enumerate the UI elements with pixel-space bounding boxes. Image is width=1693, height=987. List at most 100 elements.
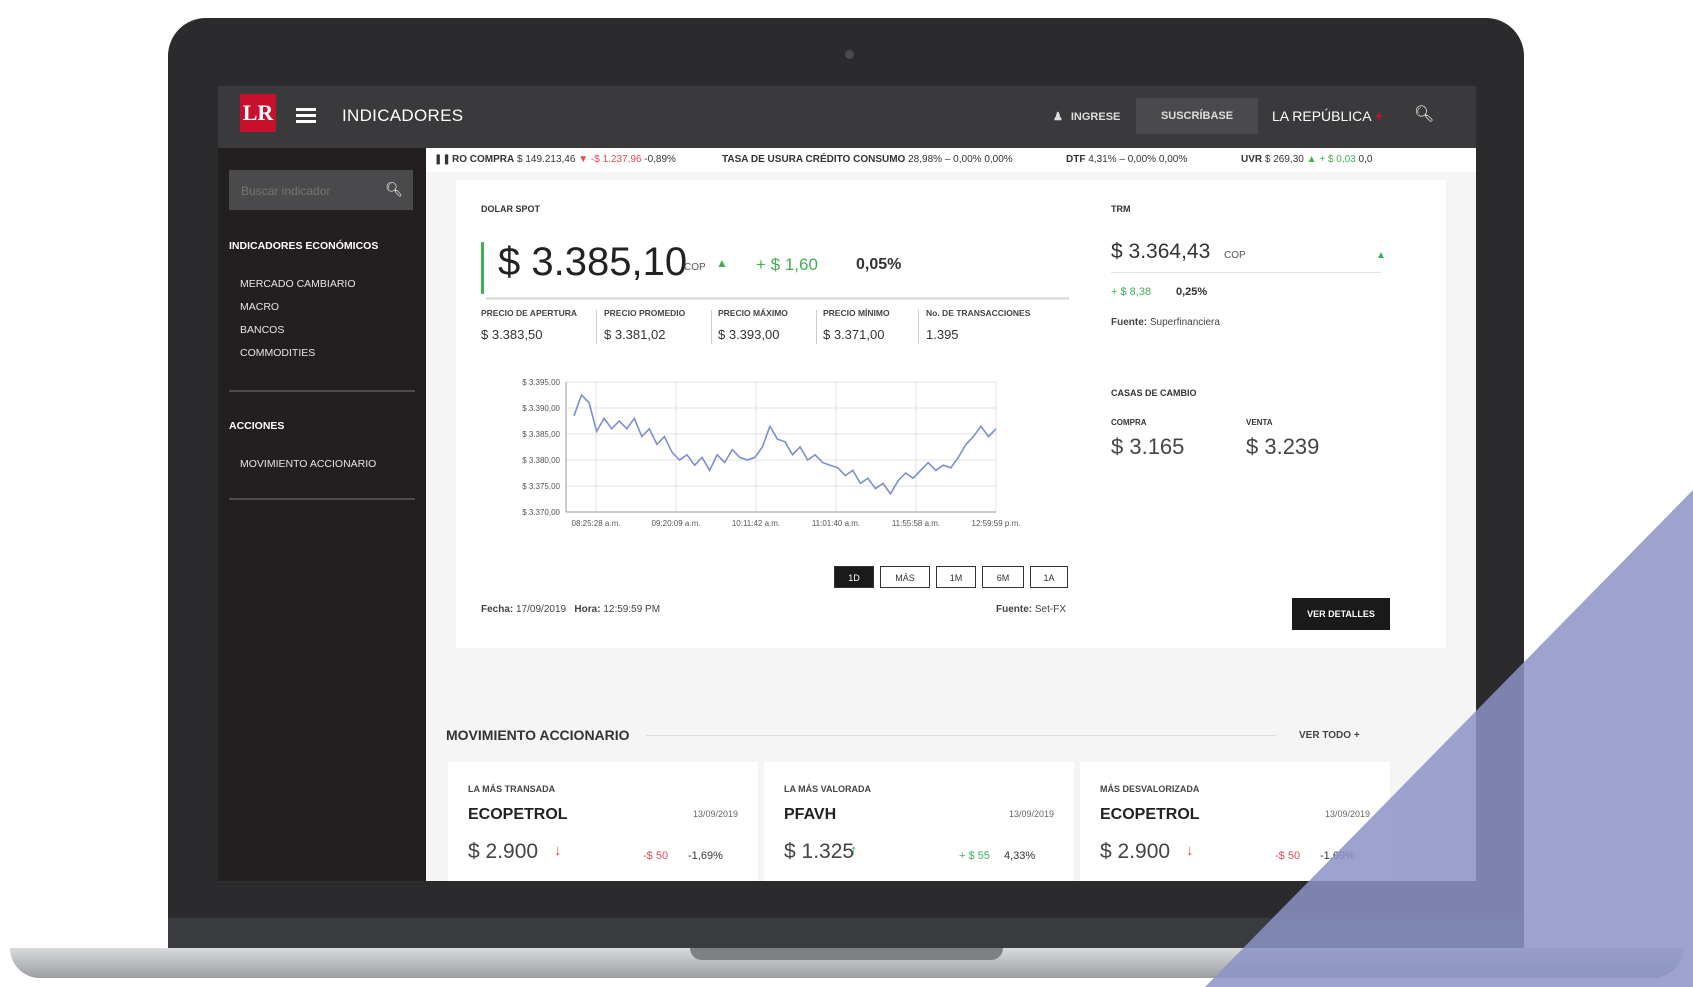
- up-arrow-icon[interactable]: ▲: [1376, 250, 1386, 261]
- stock-card[interactable]: LA MÁS TRANSADA ECOPETROL 13/09/2019 $ 2…: [448, 762, 758, 881]
- up-arrow-icon: ▲: [716, 256, 728, 270]
- sidebar-item-bancos[interactable]: BANCOS: [240, 324, 284, 336]
- sidebar-item-macro[interactable]: MACRO: [240, 301, 279, 313]
- hamburger-menu-icon[interactable]: [296, 108, 316, 124]
- trm-label: TRM: [1111, 204, 1131, 214]
- ticker-pct: -0,89%: [644, 154, 676, 165]
- stat-value: $ 3.371,00: [823, 327, 885, 342]
- divider: [229, 390, 415, 392]
- y-tick-label: $ 3.395,00: [522, 378, 560, 387]
- range-button-1d[interactable]: 1D: [834, 566, 874, 588]
- stat-label: PRECIO DE APERTURA: [481, 308, 578, 318]
- x-tick-label: 11:01:40 a.m.: [812, 519, 860, 528]
- main-content: DOLAR SPOT $ 3.385,10 COP ▲ + $ 1,60 0,0…: [426, 172, 1476, 881]
- login-link[interactable]: ♟ INGRESE: [1053, 110, 1120, 123]
- stat-value: $ 3.383,50: [481, 327, 543, 342]
- down-arrow-icon: ↓: [1186, 842, 1194, 859]
- stock-category: LA MÁS VALORADA: [784, 784, 871, 794]
- ticker-pct: 0,0: [1358, 154, 1373, 165]
- stock-name: ECOPETROL: [468, 806, 568, 823]
- x-tick-label: 09:20:09 a.m.: [652, 519, 701, 528]
- section-title: MOVIMIENTO ACCIONARIO: [446, 727, 630, 743]
- ticker-label: DTF: [1066, 154, 1086, 165]
- sidebar-item-mercado-cambiario[interactable]: MERCADO CAMBIARIO: [240, 278, 356, 290]
- source-value: Superfinanciera: [1149, 317, 1220, 328]
- ticker-item[interactable]: UVR $ 269,30 ▲ + $ 0,03 0,0: [1241, 148, 1372, 172]
- ticker-change: 0,00%: [953, 154, 982, 165]
- time-label: Hora:: [574, 604, 601, 615]
- trm-currency: COP: [1224, 250, 1246, 261]
- x-tick-label: 11:55:58 a.m.: [892, 519, 940, 528]
- range-button-1m[interactable]: 1M: [936, 566, 976, 588]
- stock-pct: 4,33%: [1004, 850, 1036, 862]
- ticker-change: + $ 0,03: [1319, 154, 1356, 165]
- ticker-pct: 0,00%: [1158, 154, 1188, 165]
- up-arrow-icon: ▲: [1306, 154, 1317, 165]
- login-label: INGRESE: [1070, 111, 1121, 123]
- y-tick-label: $ 3.370,00: [522, 508, 560, 517]
- search-icon[interactable]: 🔍︎: [1414, 104, 1434, 124]
- stock-card[interactable]: MÁS DESVALORIZADA ECOPETROL 13/09/2019 $…: [1080, 762, 1390, 881]
- ticker-item[interactable]: DTF 4,31% – 0,00% 0,00%: [1066, 148, 1187, 172]
- laptop-bezel: [168, 918, 1524, 950]
- divider: [229, 498, 415, 500]
- sidebar-item-movimiento-accionario[interactable]: MOVIMIENTO ACCIONARIO: [240, 458, 376, 470]
- ticker-item[interactable]: TASA DE USURA CRÉDITO CONSUMO 28,98% – 0…: [722, 148, 1013, 172]
- source-line: Fuente: Set-FX: [996, 604, 1066, 615]
- stock-category: LA MÁS TRANSADA: [468, 784, 556, 794]
- divider: [1111, 272, 1381, 273]
- x-tick-label: 08:25:28 a.m.: [572, 519, 621, 528]
- stock-date: 13/09/2019: [692, 809, 738, 819]
- divider: [918, 310, 919, 344]
- indicator-search-box: 🔍︎: [229, 170, 413, 212]
- trm-change: + $ 8,38: [1111, 286, 1152, 298]
- sidebar: 🔍︎ INDICADORES ECONÓMICOS MERCADO CAMBIA…: [218, 148, 426, 881]
- range-button-mas[interactable]: MÁS: [880, 566, 930, 588]
- dolar-price: $ 3.385,10: [498, 240, 688, 284]
- trm-pct: 0,25%: [1176, 286, 1208, 298]
- divider: [486, 297, 1069, 300]
- subscribe-button[interactable]: SUSCRÍBASE: [1136, 98, 1258, 134]
- ticker-change: 0,00%: [1127, 154, 1157, 165]
- dolar-line-chart[interactable]: $ 3.395,00 $ 3.390,00 $ 3.385,00 $ 3.380,00…: [476, 370, 1056, 545]
- ticker-pct: 0,00%: [984, 154, 1013, 165]
- trm-source: Fuente: Superfinanciera: [1111, 317, 1220, 328]
- see-all-label: VER TODO: [1299, 730, 1352, 741]
- x-tick-label: 12:59:59 p.m.: [972, 519, 1021, 528]
- range-button-6m[interactable]: 6M: [982, 566, 1024, 588]
- sidebar-item-commodities[interactable]: COMMODITIES: [240, 347, 315, 359]
- dolar-currency: COP: [684, 262, 706, 273]
- stock-card[interactable]: LA MÁS VALORADA PFAVH 13/09/2019 $ 1.325…: [764, 762, 1074, 881]
- view-details-button[interactable]: VER DETALLES: [1292, 598, 1390, 630]
- stock-price: $ 1.325: [784, 840, 855, 863]
- pause-icon[interactable]: ❚❚: [434, 148, 451, 172]
- indicator-search-input[interactable]: [239, 170, 383, 212]
- trm-price: $ 3.364,43: [1111, 240, 1211, 263]
- date-value: 17/09/2019: [516, 604, 567, 615]
- lr-logo[interactable]: LR: [240, 94, 276, 132]
- flat-icon: –: [1119, 154, 1125, 165]
- stat-label: PRECIO MÍNIMO: [823, 308, 890, 318]
- range-button-1a[interactable]: 1A: [1030, 566, 1068, 588]
- see-all-link[interactable]: VER TODO +: [1299, 730, 1360, 741]
- stock-name: PFAVH: [784, 806, 837, 823]
- x-tick-label: 10:11:42 a.m.: [732, 519, 780, 528]
- ticker-item[interactable]: RO COMPRA $ 149.213,46 ▼ -$ 1.237,96 -0,…: [452, 148, 676, 172]
- casas-buy-label: COMPRA: [1111, 418, 1147, 427]
- sidebar-section-actions: ACCIONES: [229, 420, 285, 432]
- ticker-bar: ❚❚ RO COMPRA $ 149.213,46 ▼ -$ 1.237,96 …: [426, 148, 1476, 172]
- y-tick-label: $ 3.380,00: [522, 456, 560, 465]
- brand-link[interactable]: LA REPÚBLICA +: [1272, 108, 1383, 124]
- search-icon[interactable]: 🔍︎: [385, 181, 403, 198]
- y-tick-label: $ 3.385,00: [522, 430, 560, 439]
- divider: [596, 310, 597, 344]
- divider: [711, 310, 712, 344]
- screen: LR INDICADORES ♟ INGRESE SUSCRÍBASE LA RE…: [218, 86, 1476, 881]
- y-tick-label: $ 3.375,00: [522, 482, 560, 491]
- ticker-change: -$ 1.237,96: [590, 154, 642, 165]
- divider: [816, 310, 817, 344]
- ticker-label: UVR: [1241, 154, 1263, 165]
- stat-label: PRECIO PROMEDIO: [604, 308, 686, 318]
- stock-change: -$ 50: [1275, 850, 1301, 862]
- up-arrow-icon: ↑: [850, 842, 858, 859]
